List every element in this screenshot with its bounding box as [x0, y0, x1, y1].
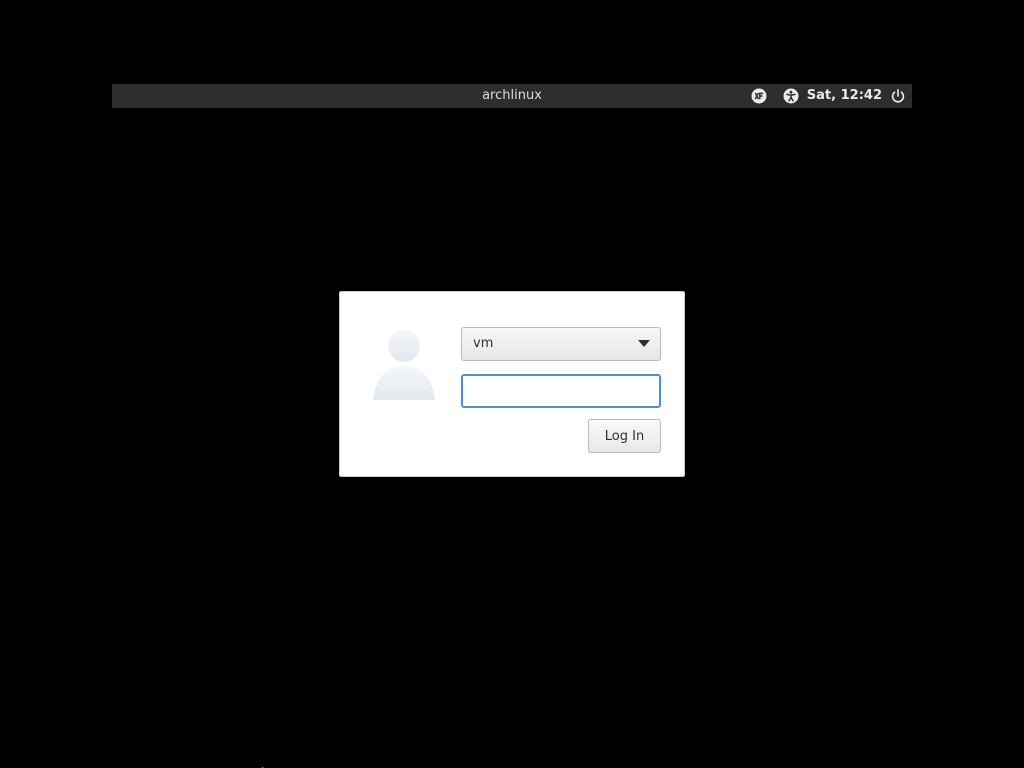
selected-user-label: vm	[473, 336, 494, 351]
user-avatar-icon	[371, 328, 437, 402]
login-button[interactable]: Log In	[588, 419, 661, 453]
user-select[interactable]: vm	[461, 327, 661, 361]
power-icon[interactable]	[890, 88, 906, 104]
chevron-down-icon	[638, 340, 650, 347]
login-dialog: vm Log In	[339, 291, 685, 477]
login-screen: archlinux Sat, 12:42 vm Log In	[0, 0, 1024, 768]
panel-indicators: Sat, 12:42	[751, 84, 906, 108]
accessibility-icon[interactable]	[783, 88, 799, 104]
top-panel: archlinux Sat, 12:42	[112, 84, 912, 108]
password-input[interactable]	[461, 374, 661, 408]
mouse-pointer-icon	[262, 762, 272, 768]
clock-label[interactable]: Sat, 12:42	[807, 84, 882, 108]
keyboard-layout-icon[interactable]	[751, 88, 767, 104]
